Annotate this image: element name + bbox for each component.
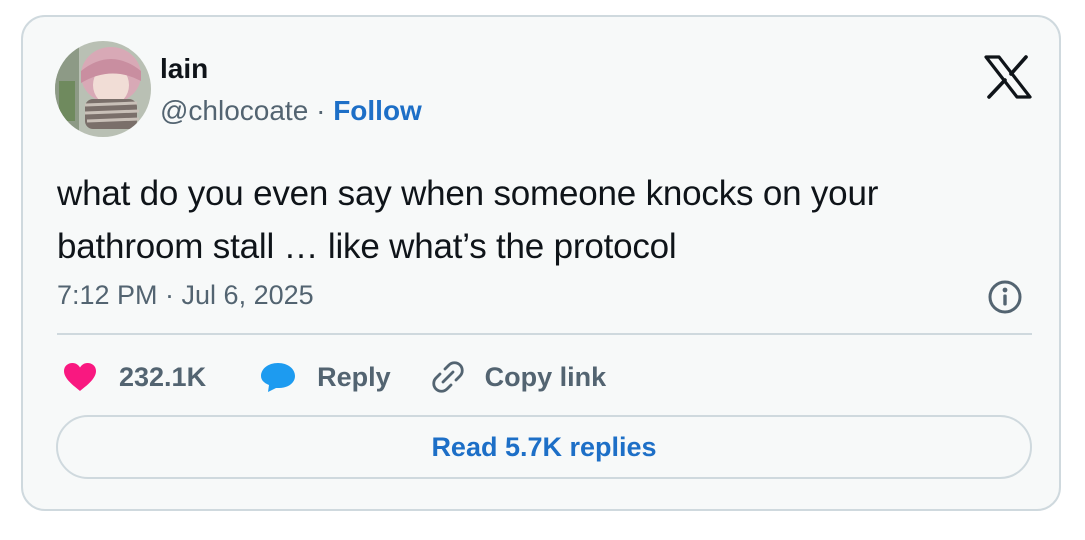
- speech-bubble-icon: [261, 363, 296, 392]
- avatar[interactable]: [55, 41, 151, 137]
- tweet-text-line: what do you even say when someone knocks…: [57, 174, 879, 213]
- action-bar: 232.1K Reply Copy link: [63, 355, 606, 399]
- follow-button[interactable]: Follow: [333, 95, 422, 126]
- author-handle[interactable]: @chlocoate: [160, 95, 308, 126]
- heart-icon: [64, 363, 96, 391]
- tweet-timestamp[interactable]: 7:12 PM · Jul 6, 2025: [57, 277, 314, 313]
- like-button[interactable]: 232.1K: [63, 355, 206, 399]
- read-replies-button[interactable]: Read 5.7K replies: [56, 415, 1032, 479]
- handle-separator: ·: [308, 95, 334, 126]
- avatar-image: [55, 41, 151, 137]
- info-icon[interactable]: [987, 279, 1023, 315]
- divider: [57, 333, 1032, 335]
- tweet-card: lain @chlocoate · Follow what do you eve…: [21, 15, 1061, 511]
- x-logo-icon[interactable]: [984, 55, 1032, 99]
- like-count: 232.1K: [119, 361, 207, 392]
- tweet-text: what do you even say when someone knocks…: [57, 167, 1037, 273]
- author-handle-row: @chlocoate · Follow: [160, 93, 422, 129]
- author-display-name[interactable]: lain: [160, 51, 208, 87]
- link-icon: [431, 361, 464, 393]
- copy-link-label: Copy link: [484, 361, 607, 392]
- reply-button[interactable]: Reply: [259, 355, 391, 399]
- reply-label: Reply: [317, 361, 391, 392]
- tweet-text-line: bathroom stall … like what’s the protoco…: [57, 227, 677, 266]
- copy-link-button[interactable]: Copy link: [431, 355, 607, 399]
